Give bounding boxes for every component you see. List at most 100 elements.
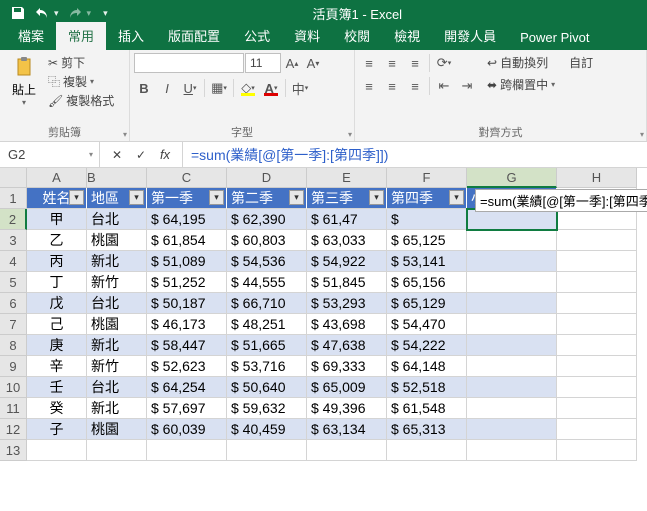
table-header[interactable]: 第三季▾ xyxy=(307,188,387,209)
cell[interactable] xyxy=(227,440,307,461)
row-header[interactable]: 13 xyxy=(0,440,27,461)
table-header[interactable]: 姓名▾ xyxy=(27,188,87,209)
cell[interactable] xyxy=(387,440,467,461)
cell[interactable]: 桃園 xyxy=(87,230,147,251)
cell[interactable] xyxy=(557,209,637,230)
cell[interactable]: 辛 xyxy=(27,356,87,377)
cell[interactable] xyxy=(467,314,557,335)
save-icon[interactable] xyxy=(10,5,26,21)
cell[interactable] xyxy=(557,314,637,335)
cell-edit-overlay[interactable]: =sum(業績[@[第一季]:[第四季]]) xyxy=(475,189,647,212)
cell[interactable]: $ 44,555 xyxy=(227,272,307,293)
cell[interactable] xyxy=(467,377,557,398)
cell[interactable]: $ 61,854 xyxy=(147,230,227,251)
cell[interactable] xyxy=(557,356,637,377)
tab-data[interactable]: 資料 xyxy=(282,22,332,50)
undo-dropdown-icon[interactable]: ▾ xyxy=(54,8,59,19)
col-header[interactable]: G xyxy=(467,168,557,188)
cell[interactable] xyxy=(467,419,557,440)
cell[interactable]: $ 66,710 xyxy=(227,293,307,314)
cell[interactable]: $ 53,716 xyxy=(227,356,307,377)
cell[interactable]: $ 61,548 xyxy=(387,398,467,419)
font-family-combo[interactable] xyxy=(134,53,244,73)
align-center-button[interactable]: ≡ xyxy=(382,76,402,96)
filter-dropdown-icon[interactable]: ▾ xyxy=(449,190,464,205)
cell[interactable]: 新竹 xyxy=(87,272,147,293)
cell[interactable] xyxy=(557,398,637,419)
cell[interactable]: $ 64,148 xyxy=(387,356,467,377)
row-header[interactable]: 6 xyxy=(0,293,27,314)
undo-icon[interactable] xyxy=(34,5,50,21)
row-header[interactable]: 9 xyxy=(0,356,27,377)
cell[interactable] xyxy=(467,440,557,461)
table-header[interactable]: 第二季▾ xyxy=(227,188,307,209)
wrap-text-button[interactable]: ↩自動換列 xyxy=(485,53,557,72)
cell[interactable]: $ 58,447 xyxy=(147,335,227,356)
cell[interactable]: $ 62,390 xyxy=(227,209,307,230)
cell[interactable]: 丁 xyxy=(27,272,87,293)
col-header[interactable]: B xyxy=(87,168,147,188)
cell[interactable] xyxy=(557,230,637,251)
cell[interactable]: $ 69,333 xyxy=(307,356,387,377)
fx-icon[interactable]: fx xyxy=(156,147,174,162)
cell[interactable]: $ 53,293 xyxy=(307,293,387,314)
cell[interactable] xyxy=(27,440,87,461)
cell[interactable]: 台北 xyxy=(87,377,147,398)
cell[interactable]: 壬 xyxy=(27,377,87,398)
name-box[interactable]: G2 xyxy=(0,142,100,167)
cell[interactable] xyxy=(467,230,557,251)
cell[interactable]: 台北 xyxy=(87,209,147,230)
cut-button[interactable]: ✂剪下 xyxy=(46,53,116,72)
filter-dropdown-icon[interactable]: ▾ xyxy=(289,190,304,205)
cell[interactable]: 乙 xyxy=(27,230,87,251)
filter-dropdown-icon[interactable]: ▾ xyxy=(369,190,384,205)
qat-customize-icon[interactable]: ▾ xyxy=(103,8,108,19)
table-header[interactable]: 第四季▾ xyxy=(387,188,467,209)
tab-review[interactable]: 校閱 xyxy=(332,22,382,50)
cell[interactable]: $ 50,640 xyxy=(227,377,307,398)
font-color-button[interactable]: A▾ xyxy=(261,78,281,98)
cell[interactable]: $ 51,252 xyxy=(147,272,227,293)
cell[interactable] xyxy=(557,377,637,398)
underline-button[interactable]: U▾ xyxy=(180,78,200,98)
tab-developer[interactable]: 開發人員 xyxy=(432,22,508,50)
filter-dropdown-icon[interactable]: ▾ xyxy=(69,190,84,205)
cell[interactable]: $ 65,125 xyxy=(387,230,467,251)
table-header[interactable]: 第一季▾ xyxy=(147,188,227,209)
decrease-font-icon[interactable]: A▾ xyxy=(303,53,323,73)
cell[interactable]: $ 54,470 xyxy=(387,314,467,335)
active-cell[interactable] xyxy=(467,209,557,230)
cell[interactable]: $ 52,623 xyxy=(147,356,227,377)
cell[interactable]: $ 59,632 xyxy=(227,398,307,419)
tab-powerpivot[interactable]: Power Pivot xyxy=(508,26,601,50)
row-header[interactable]: 7 xyxy=(0,314,27,335)
col-header[interactable]: F xyxy=(387,168,467,188)
copy-button[interactable]: ⿻複製 ▾ xyxy=(46,72,116,91)
cell[interactable]: $ 61,47 xyxy=(307,209,387,230)
cell[interactable]: 台北 xyxy=(87,293,147,314)
cell[interactable] xyxy=(87,440,147,461)
cell[interactable]: 庚 xyxy=(27,335,87,356)
decrease-indent-button[interactable]: ⇤ xyxy=(434,76,454,96)
cell[interactable]: $ 54,536 xyxy=(227,251,307,272)
select-all-corner[interactable] xyxy=(0,168,27,188)
redo-icon[interactable] xyxy=(67,5,83,21)
cell[interactable]: 新北 xyxy=(87,335,147,356)
cell[interactable] xyxy=(467,335,557,356)
col-header[interactable]: C xyxy=(147,168,227,188)
cell[interactable]: 新竹 xyxy=(87,356,147,377)
cell[interactable]: $ 51,845 xyxy=(307,272,387,293)
col-header[interactable]: H xyxy=(557,168,637,188)
cell[interactable]: $ 64,254 xyxy=(147,377,227,398)
cancel-formula-button[interactable]: ✕ xyxy=(108,148,126,162)
col-header[interactable]: E xyxy=(307,168,387,188)
fill-color-button[interactable]: ◇▾ xyxy=(238,78,258,98)
bold-button[interactable]: B xyxy=(134,78,154,98)
cell[interactable]: $ 64,195 xyxy=(147,209,227,230)
cell[interactable]: $ 63,134 xyxy=(307,419,387,440)
cell[interactable] xyxy=(467,272,557,293)
cell[interactable]: 新北 xyxy=(87,251,147,272)
cell[interactable]: $ 40,459 xyxy=(227,419,307,440)
cell[interactable] xyxy=(557,251,637,272)
align-top-button[interactable]: ≡ xyxy=(359,53,379,73)
